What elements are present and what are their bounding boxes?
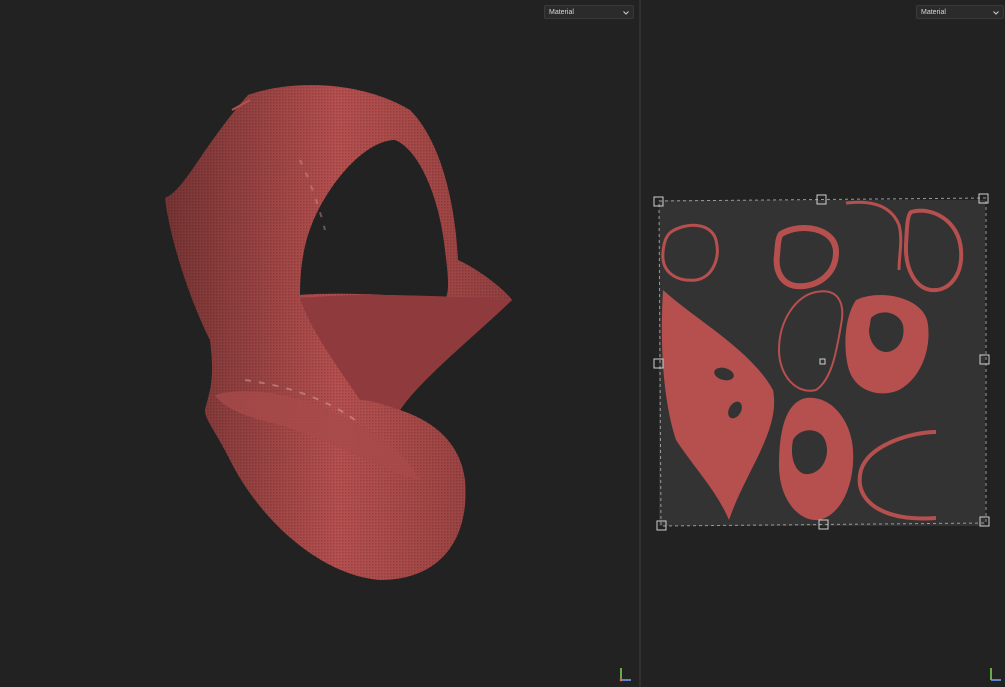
chevron-down-icon xyxy=(623,11,629,15)
uv-shading-mode-label: Material xyxy=(921,9,946,16)
model-viewport[interactable]: Material xyxy=(0,0,639,687)
axis-gizmo-icon xyxy=(990,668,1001,681)
shading-mode-label: Material xyxy=(549,9,574,16)
uv-viewport[interactable]: Material xyxy=(641,0,1005,687)
uv-shading-mode-dropdown[interactable]: Material xyxy=(916,5,1004,19)
chevron-down-icon xyxy=(993,11,999,15)
shading-mode-dropdown[interactable]: Material xyxy=(544,5,634,19)
hood-model-render[interactable] xyxy=(0,0,639,687)
axis-gizmo-icon xyxy=(619,668,631,682)
uv-layout-render[interactable] xyxy=(641,0,1005,687)
